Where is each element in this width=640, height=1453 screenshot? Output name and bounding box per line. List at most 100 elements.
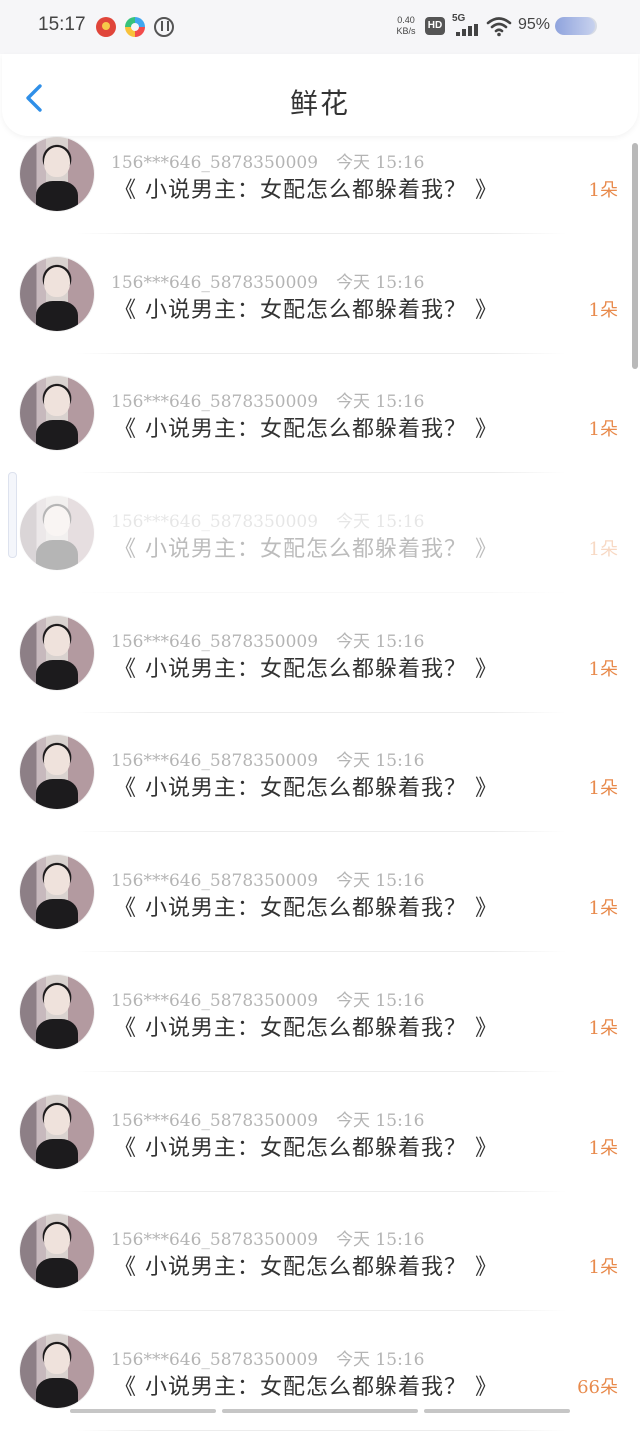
user-id: 156***646_5878350009 [111, 990, 319, 1011]
user-id: 156***646_5878350009 [111, 1230, 319, 1251]
flower-count: 1朵 [588, 778, 618, 800]
list-item[interactable]: 156***646_5878350009 今天 15:16 《 小说男主：女配怎么… [0, 615, 640, 735]
avatar[interactable] [20, 974, 94, 1049]
user-id: 156***646_5878350009 [111, 631, 319, 652]
list-item[interactable]: 156***646_5878350009 今天 15:16 《 小说男主：女配怎么… [0, 1094, 640, 1214]
network-speed-value: 0.40 [397, 15, 415, 25]
item-meta: 156***646_5878350009 今天 15:16 [111, 1225, 424, 1250]
network-speed: 0.40 KB/s [394, 15, 418, 37]
item-meta: 156***646_5878350009 今天 15:16 [111, 627, 424, 652]
flower-count: 1朵 [588, 180, 618, 201]
avatar[interactable] [20, 376, 94, 451]
item-meta: 156***646_5878350009 今天 15:16 [111, 148, 424, 173]
flower-count: 1朵 [588, 539, 618, 561]
avatar[interactable] [20, 1214, 94, 1289]
list-item[interactable]: 156***646_5878350009 今天 15:16 《 小说男主：女配怎么… [0, 734, 640, 854]
book-title[interactable]: 《 小说男主：女配怎么都躲着我？ 》 [114, 531, 498, 563]
item-time: 今天 15:16 [336, 871, 425, 892]
flower-list: 156***646_5878350009 今天 15:16 《 小说男主：女配怎么… [0, 136, 640, 1453]
battery-percent: 95% [518, 16, 551, 33]
hd-icon: HD [425, 17, 445, 35]
book-title[interactable]: 《 小说男主：女配怎么都躲着我？ 》 [114, 1130, 498, 1162]
list-item[interactable]: 156***646_5878350009 今天 15:16 《 小说男主：女配怎么… [0, 495, 640, 615]
book-title[interactable]: 《 小说男主：女配怎么都躲着我？ 》 [114, 1249, 498, 1281]
news-app-icon [96, 17, 116, 37]
flower-count: 1朵 [588, 658, 618, 680]
divider [76, 831, 566, 833]
network-type-label: 5G [452, 13, 466, 24]
user-id: 156***646_5878350009 [111, 272, 319, 293]
book-title[interactable]: 《 小说男主：女配怎么都躲着我？ 》 [114, 1369, 498, 1401]
book-title[interactable]: 《 小说男主：女配怎么都躲着我？ 》 [114, 292, 498, 324]
item-time: 今天 15:16 [336, 512, 425, 533]
list-item[interactable]: 156***646_5878350009 今天 15:16 《 小说男主：女配怎么… [0, 256, 640, 376]
list-item[interactable]: 156***646_5878350009 今天 15:16 《 小说男主：女配怎么… [0, 1213, 640, 1333]
status-time: 15:17 [38, 14, 86, 35]
book-title[interactable]: 《 小说男主：女配怎么都躲着我？ 》 [114, 172, 498, 204]
item-time: 今天 15:16 [336, 990, 425, 1011]
flower-count: 1朵 [588, 1137, 618, 1159]
item-time: 今天 15:16 [336, 631, 425, 652]
vpn-icon [154, 17, 174, 37]
divider [76, 352, 566, 354]
book-title[interactable]: 《 小说男主：女配怎么都躲着我？ 》 [114, 651, 498, 683]
item-meta: 156***646_5878350009 今天 15:16 [111, 986, 424, 1011]
avatar[interactable] [20, 615, 94, 690]
avatar[interactable] [20, 137, 94, 211]
item-time: 今天 15:16 [336, 272, 425, 293]
item-meta: 156***646_5878350009 今天 15:16 [111, 387, 424, 412]
item-meta: 156***646_5878350009 今天 15:16 [111, 746, 424, 771]
flower-count: 1朵 [588, 1257, 618, 1279]
item-meta: 156***646_5878350009 今天 15:16 [111, 1345, 424, 1370]
item-meta: 156***646_5878350009 今天 15:16 [111, 866, 424, 891]
avatar[interactable] [20, 735, 94, 810]
avatar[interactable] [20, 1333, 94, 1408]
book-title[interactable]: 《 小说男主：女配怎么都躲着我？ 》 [114, 411, 498, 443]
avatar[interactable] [20, 855, 94, 930]
item-time: 今天 15:16 [336, 751, 425, 772]
book-title[interactable]: 《 小说男主：女配怎么都躲着我？ 》 [114, 890, 498, 922]
item-meta: 156***646_5878350009 今天 15:16 [111, 268, 424, 293]
list-item[interactable]: 156***646_5878350009 今天 15:16 《 小说男主：女配怎么… [0, 375, 640, 495]
user-id: 156***646_5878350009 [111, 392, 319, 413]
flower-count: 1朵 [588, 898, 618, 920]
side-drag-handle[interactable] [8, 472, 17, 558]
list-item[interactable]: 156***646_5878350009 今天 15:16 《 小说男主：女配怎么… [0, 854, 640, 974]
divider [76, 1070, 566, 1072]
item-time: 今天 15:16 [336, 1230, 425, 1251]
divider [76, 951, 566, 953]
signal-icon [456, 24, 480, 36]
list-item[interactable]: 156***646_5878350009 今天 15:16 《 小说男主：女配怎么… [0, 136, 640, 256]
battery-level-fill [555, 17, 595, 35]
bottom-indicator [70, 1409, 570, 1414]
book-title[interactable]: 《 小说男主：女配怎么都躲着我？ 》 [114, 770, 498, 802]
user-id: 156***646_5878350009 [111, 512, 319, 533]
user-id: 156***646_5878350009 [111, 1349, 319, 1370]
item-meta: 156***646_5878350009 今天 15:16 [111, 507, 424, 532]
avatar[interactable] [20, 1094, 94, 1169]
status-bar: 15:17 0.40 KB/s HD 5G 95% [0, 0, 640, 54]
list-item[interactable]: 156***646_5878350009 今天 15:16 《 小说男主：女配怎么… [0, 1333, 640, 1453]
list-item[interactable]: 156***646_5878350009 今天 15:16 《 小说男主：女配怎么… [0, 974, 640, 1094]
item-time: 今天 15:16 [336, 1349, 425, 1370]
divider [76, 1190, 566, 1192]
battery-icon [555, 17, 597, 35]
divider [76, 592, 566, 594]
divider [76, 233, 566, 234]
wifi-icon [486, 17, 512, 37]
network-speed-unit: KB/s [396, 26, 416, 36]
book-title[interactable]: 《 小说男主：女配怎么都躲着我？ 》 [114, 1010, 498, 1042]
user-id: 156***646_5878350009 [111, 1110, 319, 1131]
page-title: 鲜花 [289, 87, 350, 120]
app-notification-icon [125, 17, 145, 37]
user-id: 156***646_5878350009 [111, 153, 319, 173]
scrollbar[interactable] [632, 143, 638, 369]
flower-count: 66朵 [577, 1376, 618, 1398]
divider [76, 711, 566, 713]
user-id: 156***646_5878350009 [111, 871, 319, 892]
avatar[interactable] [20, 256, 94, 331]
flower-count: 1朵 [588, 299, 618, 321]
item-time: 今天 15:16 [336, 1110, 425, 1131]
user-id: 156***646_5878350009 [111, 751, 319, 772]
avatar[interactable] [20, 496, 94, 571]
